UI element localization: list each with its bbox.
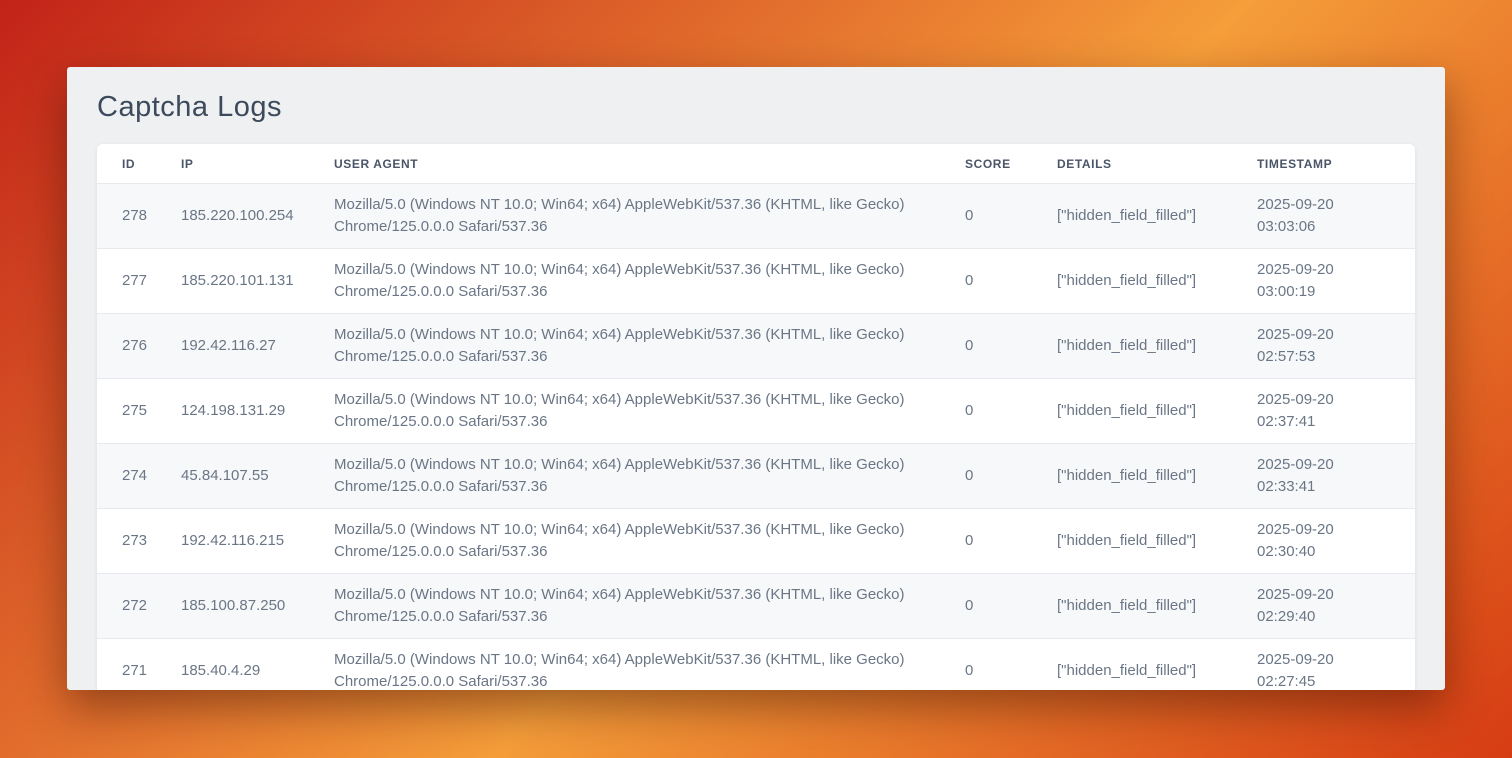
cell-id: 274 (97, 444, 169, 509)
cell-ip: 185.220.100.254 (169, 184, 322, 249)
cell-user-agent: Mozilla/5.0 (Windows NT 10.0; Win64; x64… (322, 444, 953, 509)
timestamp-text: 2025-09-20 03:03:06 (1257, 194, 1369, 238)
cell-details: ["hidden_field_filled"] (1045, 444, 1245, 509)
cell-id: 277 (97, 249, 169, 314)
cell-id: 271 (97, 639, 169, 691)
cell-score: 0 (953, 444, 1045, 509)
table-row: 272 185.100.87.250 Mozilla/5.0 (Windows … (97, 574, 1415, 639)
table-row: 278 185.220.100.254 Mozilla/5.0 (Windows… (97, 184, 1415, 249)
cell-score: 0 (953, 574, 1045, 639)
cell-user-agent: Mozilla/5.0 (Windows NT 10.0; Win64; x64… (322, 574, 953, 639)
cell-timestamp: 2025-09-20 03:03:06 (1245, 184, 1415, 249)
cell-details: ["hidden_field_filled"] (1045, 184, 1245, 249)
logs-table: ID IP USER AGENT SCORE DETAILS TIMESTAMP… (97, 144, 1415, 690)
table-header-row: ID IP USER AGENT SCORE DETAILS TIMESTAMP (97, 144, 1415, 184)
table-row: 276 192.42.116.27 Mozilla/5.0 (Windows N… (97, 314, 1415, 379)
cell-ip: 124.198.131.29 (169, 379, 322, 444)
cell-details: ["hidden_field_filled"] (1045, 314, 1245, 379)
cell-score: 0 (953, 314, 1045, 379)
cell-ip: 45.84.107.55 (169, 444, 322, 509)
column-header-details: DETAILS (1045, 144, 1245, 184)
cell-ip: 192.42.116.27 (169, 314, 322, 379)
cell-user-agent: Mozilla/5.0 (Windows NT 10.0; Win64; x64… (322, 314, 953, 379)
cell-score: 0 (953, 509, 1045, 574)
table-row: 274 45.84.107.55 Mozilla/5.0 (Windows NT… (97, 444, 1415, 509)
page-title: Captcha Logs (67, 67, 1445, 144)
cell-id: 275 (97, 379, 169, 444)
cell-timestamp: 2025-09-20 02:30:40 (1245, 509, 1415, 574)
cell-ip: 192.42.116.215 (169, 509, 322, 574)
cell-timestamp: 2025-09-20 03:00:19 (1245, 249, 1415, 314)
column-header-timestamp: TIMESTAMP (1245, 144, 1415, 184)
column-header-score: SCORE (953, 144, 1045, 184)
table-row: 277 185.220.101.131 Mozilla/5.0 (Windows… (97, 249, 1415, 314)
cell-score: 0 (953, 249, 1045, 314)
cell-timestamp: 2025-09-20 02:57:53 (1245, 314, 1415, 379)
cell-score: 0 (953, 639, 1045, 691)
logs-table-container: ID IP USER AGENT SCORE DETAILS TIMESTAMP… (97, 144, 1415, 690)
cell-id: 272 (97, 574, 169, 639)
cell-user-agent: Mozilla/5.0 (Windows NT 10.0; Win64; x64… (322, 249, 953, 314)
cell-user-agent: Mozilla/5.0 (Windows NT 10.0; Win64; x64… (322, 639, 953, 691)
cell-details: ["hidden_field_filled"] (1045, 509, 1245, 574)
cell-ip: 185.40.4.29 (169, 639, 322, 691)
column-header-ip: IP (169, 144, 322, 184)
column-header-user-agent: USER AGENT (322, 144, 953, 184)
cell-timestamp: 2025-09-20 02:27:45 (1245, 639, 1415, 691)
timestamp-text: 2025-09-20 02:57:53 (1257, 324, 1369, 368)
cell-user-agent: Mozilla/5.0 (Windows NT 10.0; Win64; x64… (322, 509, 953, 574)
timestamp-text: 2025-09-20 02:27:45 (1257, 649, 1369, 690)
timestamp-text: 2025-09-20 02:29:40 (1257, 584, 1369, 628)
cell-details: ["hidden_field_filled"] (1045, 574, 1245, 639)
timestamp-text: 2025-09-20 02:30:40 (1257, 519, 1369, 563)
timestamp-text: 2025-09-20 02:37:41 (1257, 389, 1369, 433)
table-row: 273 192.42.116.215 Mozilla/5.0 (Windows … (97, 509, 1415, 574)
cell-details: ["hidden_field_filled"] (1045, 639, 1245, 691)
captcha-logs-card: Captcha Logs ID IP USER AGENT SCORE DETA… (67, 67, 1445, 690)
table-row: 275 124.198.131.29 Mozilla/5.0 (Windows … (97, 379, 1415, 444)
cell-details: ["hidden_field_filled"] (1045, 249, 1245, 314)
cell-id: 276 (97, 314, 169, 379)
cell-timestamp: 2025-09-20 02:29:40 (1245, 574, 1415, 639)
cell-id: 273 (97, 509, 169, 574)
cell-timestamp: 2025-09-20 02:33:41 (1245, 444, 1415, 509)
cell-timestamp: 2025-09-20 02:37:41 (1245, 379, 1415, 444)
cell-score: 0 (953, 184, 1045, 249)
timestamp-text: 2025-09-20 02:33:41 (1257, 454, 1369, 498)
table-row: 271 185.40.4.29 Mozilla/5.0 (Windows NT … (97, 639, 1415, 691)
cell-details: ["hidden_field_filled"] (1045, 379, 1245, 444)
timestamp-text: 2025-09-20 03:00:19 (1257, 259, 1369, 303)
cell-user-agent: Mozilla/5.0 (Windows NT 10.0; Win64; x64… (322, 184, 953, 249)
column-header-id: ID (97, 144, 169, 184)
cell-score: 0 (953, 379, 1045, 444)
cell-ip: 185.100.87.250 (169, 574, 322, 639)
cell-id: 278 (97, 184, 169, 249)
cell-ip: 185.220.101.131 (169, 249, 322, 314)
cell-user-agent: Mozilla/5.0 (Windows NT 10.0; Win64; x64… (322, 379, 953, 444)
